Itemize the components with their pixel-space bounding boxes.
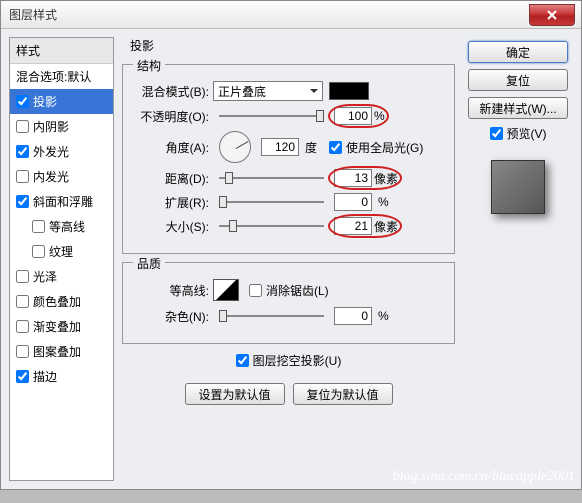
ok-button[interactable]: 确定 — [468, 41, 568, 63]
spread-slider[interactable] — [219, 201, 324, 203]
structure-title: 结构 — [133, 57, 165, 74]
quality-group: 品质 等高线: 消除锯齿(L) 杂色(N): % — [122, 262, 455, 344]
layer-style-dialog: 图层样式 样式 混合选项:默认 投影内阴影外发光内发光斜面和浮雕等高线纹理光泽颜… — [0, 0, 582, 490]
sidebar-item-4[interactable]: 斜面和浮雕 — [10, 189, 113, 214]
size-label: 大小(S): — [131, 218, 209, 235]
set-default-button[interactable]: 设置为默认值 — [185, 383, 285, 405]
structure-group: 结构 混合模式(B): 正片叠底 不透明度(O): % — [122, 64, 455, 254]
sidebar-item-11[interactable]: 描边 — [10, 364, 113, 389]
distance-label: 距离(D): — [131, 170, 209, 187]
sidebar-item-2[interactable]: 外发光 — [10, 139, 113, 164]
sidebar-item-5[interactable]: 等高线 — [10, 214, 113, 239]
sidebar-item-10[interactable]: 图案叠加 — [10, 339, 113, 364]
opacity-input[interactable] — [334, 107, 372, 125]
spread-input[interactable] — [334, 193, 372, 211]
noise-input[interactable] — [334, 307, 372, 325]
shadow-color-swatch[interactable] — [329, 82, 369, 100]
watermark: blog.sina.com.cn/blueapple2001 — [393, 469, 575, 485]
sidebar-item-0[interactable]: 投影 — [10, 89, 113, 114]
blend-mode-select[interactable]: 正片叠底 — [213, 81, 323, 101]
size-slider[interactable] — [219, 225, 324, 227]
spread-label: 扩展(R): — [131, 194, 209, 211]
sidebar-item-8[interactable]: 颜色叠加 — [10, 289, 113, 314]
main-panel: 投影 结构 混合模式(B): 正片叠底 不透明度(O): % — [122, 37, 455, 481]
sidebar-blending-options[interactable]: 混合选项:默认 — [10, 64, 113, 89]
opacity-label: 不透明度(O): — [131, 108, 209, 125]
sidebar-item-1[interactable]: 内阴影 — [10, 114, 113, 139]
noise-label: 杂色(N): — [131, 308, 209, 325]
close-icon — [546, 9, 558, 21]
global-light-checkbox[interactable]: 使用全局光(G) — [329, 139, 423, 156]
new-style-button[interactable]: 新建样式(W)... — [468, 97, 568, 119]
contour-label: 等高线: — [131, 282, 209, 299]
distance-input[interactable] — [334, 169, 372, 187]
sidebar-item-3[interactable]: 内发光 — [10, 164, 113, 189]
quality-title: 品质 — [133, 255, 165, 272]
chevron-down-icon — [310, 87, 318, 95]
sidebar-header: 样式 — [10, 38, 113, 64]
preview-swatch — [491, 160, 545, 214]
close-button[interactable] — [529, 4, 575, 26]
titlebar: 图层样式 — [1, 1, 581, 29]
noise-slider[interactable] — [219, 315, 324, 317]
right-column: 确定 复位 新建样式(W)... 预览(V) — [463, 37, 573, 481]
angle-label: 角度(A): — [131, 139, 209, 156]
antialias-checkbox[interactable]: 消除锯齿(L) — [249, 282, 329, 299]
cancel-button[interactable]: 复位 — [468, 69, 568, 91]
knockout-checkbox[interactable]: 图层挖空投影(U) — [122, 352, 455, 369]
preview-checkbox[interactable]: 预览(V) — [490, 125, 547, 142]
sidebar-item-7[interactable]: 光泽 — [10, 264, 113, 289]
opacity-slider[interactable] — [219, 115, 324, 117]
angle-dial[interactable] — [219, 131, 251, 163]
blend-mode-label: 混合模式(B): — [131, 83, 209, 100]
size-input[interactable] — [334, 217, 372, 235]
angle-input[interactable] — [261, 138, 299, 156]
contour-picker[interactable] — [213, 279, 239, 301]
distance-slider[interactable] — [219, 177, 324, 179]
sidebar-item-6[interactable]: 纹理 — [10, 239, 113, 264]
window-title: 图层样式 — [9, 6, 57, 23]
styles-sidebar: 样式 混合选项:默认 投影内阴影外发光内发光斜面和浮雕等高线纹理光泽颜色叠加渐变… — [9, 37, 114, 481]
sidebar-item-9[interactable]: 渐变叠加 — [10, 314, 113, 339]
effect-title: 投影 — [122, 37, 455, 54]
reset-default-button[interactable]: 复位为默认值 — [293, 383, 393, 405]
